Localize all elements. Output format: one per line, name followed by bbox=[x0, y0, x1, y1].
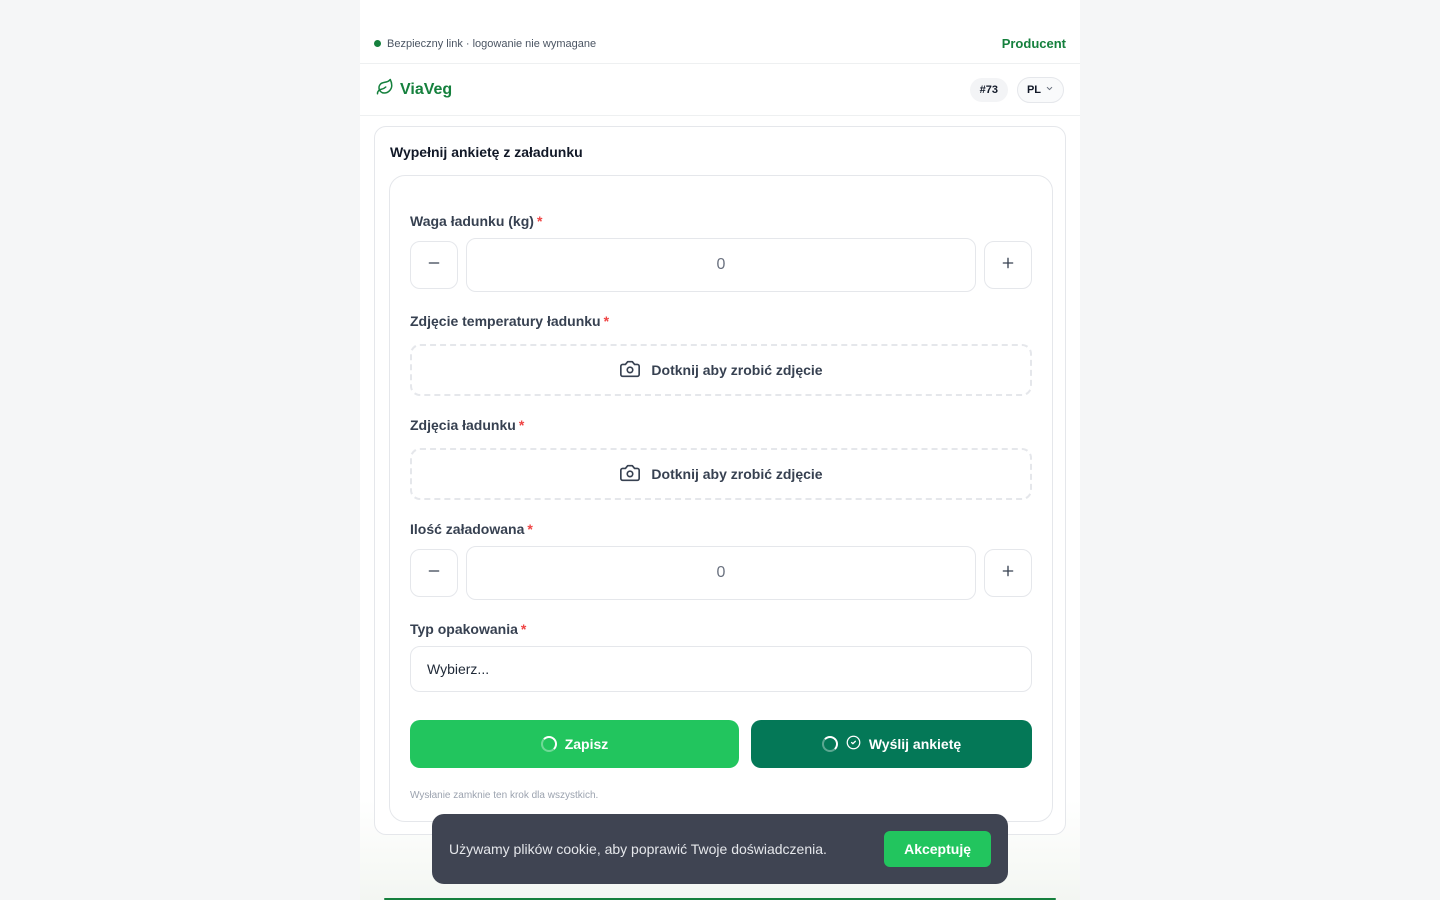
brand[interactable]: ViaVeg bbox=[376, 78, 452, 101]
minus-icon bbox=[426, 255, 442, 276]
page: Bezpieczny link · logowanie nie wymagane… bbox=[360, 0, 1080, 900]
check-circle-icon bbox=[846, 735, 861, 753]
required-mark: * bbox=[518, 417, 525, 433]
required-mark: * bbox=[520, 621, 527, 637]
cookie-banner-text: Używamy plików cookie, aby poprawić Twoj… bbox=[449, 841, 827, 857]
submit-survey-button-label: Wyślij ankietę bbox=[868, 736, 962, 752]
temperature-photo-label-text: Zdjęcie temperatury ładunku bbox=[410, 313, 601, 329]
order-id-badge: #73 bbox=[969, 77, 1008, 102]
language-selector[interactable]: PL bbox=[1016, 76, 1064, 103]
save-button[interactable]: Zapisz bbox=[410, 720, 739, 768]
survey-card: Wypełnij ankietę z załadunku Waga ładunk… bbox=[374, 126, 1066, 835]
secure-link-bar: Bezpieczny link · logowanie nie wymagane… bbox=[360, 24, 1080, 64]
cargo-photos-label-text: Zdjęcia ładunku bbox=[410, 417, 516, 433]
packaging-type-select[interactable]: Wybierz... bbox=[410, 646, 1032, 692]
packaging-type-label-text: Typ opakowania bbox=[410, 621, 518, 637]
weight-label: Waga ładunku (kg) * bbox=[410, 213, 542, 229]
survey-title: Wypełnij ankietę z załadunku bbox=[390, 144, 583, 160]
weight-label-text: Waga ładunku (kg) bbox=[410, 213, 534, 229]
submit-note: Wysłanie zamknie ten krok dla wszystkich… bbox=[410, 790, 599, 801]
required-mark: * bbox=[536, 213, 543, 229]
quantity-increment-button[interactable] bbox=[984, 549, 1032, 597]
app-header: ViaVeg #73 PL bbox=[360, 64, 1080, 116]
temperature-photo-button[interactable]: Dotknij aby zrobić zdjęcie bbox=[410, 344, 1032, 396]
required-mark: * bbox=[603, 313, 610, 329]
loading-spinner-icon bbox=[540, 736, 557, 752]
chevron-down-icon bbox=[1045, 84, 1054, 96]
cookie-banner: Używamy plików cookie, aby poprawić Twoj… bbox=[432, 814, 1008, 884]
minus-icon bbox=[426, 563, 442, 584]
quantity-decrement-button[interactable] bbox=[410, 549, 458, 597]
plus-icon bbox=[1000, 255, 1016, 276]
status-dot-icon bbox=[374, 40, 381, 47]
weight-input[interactable]: 0 bbox=[466, 238, 976, 292]
language-label: PL bbox=[1026, 83, 1041, 96]
plus-icon bbox=[1000, 563, 1016, 584]
quantity-label-text: Ilość załadowana bbox=[410, 521, 525, 537]
brand-name: ViaVeg bbox=[400, 80, 453, 98]
packaging-type-label: Typ opakowania * bbox=[410, 621, 526, 637]
temperature-photo-action-text: Dotknij aby zrobić zdjęcie bbox=[651, 362, 823, 378]
temperature-photo-label: Zdjęcie temperatury ładunku * bbox=[410, 313, 609, 329]
survey-form: Waga ładunku (kg) * 0 Zdjęcie temperatury… bbox=[389, 175, 1053, 822]
cargo-photos-label: Zdjęcia ładunku * bbox=[410, 417, 524, 433]
quantity-input[interactable]: 0 bbox=[466, 546, 976, 600]
secure-link-text: Bezpieczny link · logowanie nie wymagane bbox=[387, 37, 597, 50]
header-actions: #73 PL bbox=[969, 76, 1064, 103]
cargo-photos-button[interactable]: Dotknij aby zrobić zdjęcie bbox=[410, 448, 1032, 500]
weight-increment-button[interactable] bbox=[984, 241, 1032, 289]
submit-survey-button[interactable]: Wyślij ankietę bbox=[751, 720, 1032, 768]
secure-link-notice: Bezpieczny link · logowanie nie wymagane bbox=[374, 38, 596, 50]
camera-icon bbox=[619, 462, 641, 487]
save-button-label: Zapisz bbox=[564, 736, 609, 752]
leaf-icon bbox=[376, 78, 394, 101]
camera-icon bbox=[619, 358, 641, 383]
loading-spinner-icon bbox=[821, 736, 838, 752]
quantity-label: Ilość załadowana * bbox=[410, 521, 533, 537]
role-label: Producent bbox=[1001, 36, 1066, 51]
cargo-photos-action-text: Dotknij aby zrobić zdjęcie bbox=[651, 466, 823, 482]
weight-decrement-button[interactable] bbox=[410, 241, 458, 289]
required-mark: * bbox=[527, 521, 533, 537]
accept-cookies-button[interactable]: Akceptuję bbox=[884, 831, 991, 867]
